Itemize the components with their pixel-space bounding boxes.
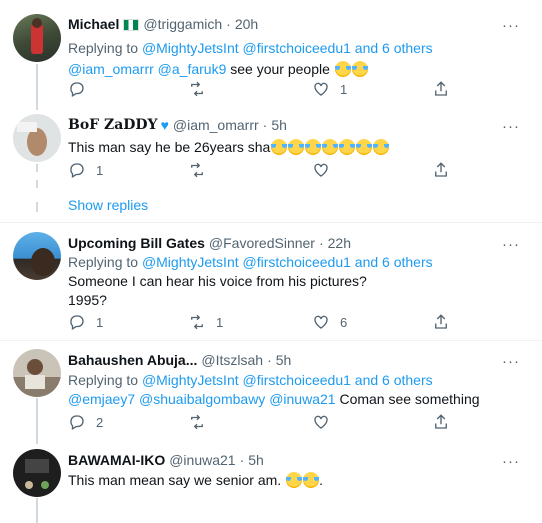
avatar[interactable] bbox=[13, 232, 61, 280]
timestamp[interactable]: 5h bbox=[271, 116, 287, 135]
tweet-text: This man say he be 26years sha bbox=[68, 138, 530, 157]
share-icon bbox=[435, 162, 447, 177]
retweet-button[interactable] bbox=[188, 413, 206, 431]
tears-of-joy-emoji-icon bbox=[288, 139, 305, 155]
timestamp[interactable]: 5h bbox=[276, 351, 292, 370]
show-replies-link[interactable]: Show replies bbox=[68, 197, 148, 213]
user-handle[interactable]: @FavoredSinner bbox=[209, 234, 315, 253]
replying-to: Replying to @MightyJetsInt @firstchoicee… bbox=[68, 40, 433, 56]
display-name[interactable]: BAWAMAI-IKO bbox=[68, 451, 165, 470]
tweet-text: @iam_omarrr @a_faruk9 see your people bbox=[68, 60, 530, 79]
tweet-upcoming-bill-gates[interactable]: Upcoming Bill Gates @FavoredSinner · 22h… bbox=[0, 222, 542, 341]
replying-to-mentions[interactable]: @MightyJetsInt @firstchoiceedu1 bbox=[142, 40, 351, 56]
more-options-icon[interactable]: ··· bbox=[502, 16, 520, 35]
tears-of-joy-emoji-icon bbox=[305, 139, 322, 155]
tweet-text-line-2: 1995? bbox=[68, 292, 107, 308]
retweet-button[interactable] bbox=[188, 161, 206, 179]
like-button[interactable] bbox=[312, 161, 330, 179]
more-options-icon[interactable]: ··· bbox=[502, 117, 520, 136]
tweet-mentions[interactable]: @iam_omarrr @a_faruk9 bbox=[68, 61, 226, 77]
separator-dot: · bbox=[239, 452, 245, 468]
tears-of-joy-emoji-icon bbox=[334, 61, 351, 77]
tears-of-joy-emoji-icon bbox=[351, 61, 368, 77]
share-icon bbox=[435, 314, 447, 329]
more-options-icon[interactable]: ··· bbox=[502, 452, 520, 471]
avatar[interactable] bbox=[13, 449, 61, 497]
share-button[interactable] bbox=[432, 413, 450, 431]
avatar[interactable] bbox=[13, 349, 61, 397]
separator-dot: · bbox=[226, 16, 231, 32]
heart-icon bbox=[314, 82, 328, 96]
replying-to: Replying to @MightyJetsInt @firstchoicee… bbox=[68, 372, 433, 388]
tweet-text: This man mean say we senior am. . bbox=[68, 472, 323, 488]
timestamp[interactable]: 22h bbox=[328, 234, 351, 253]
replying-to-others[interactable]: and 6 others bbox=[355, 40, 433, 56]
retweet-button[interactable] bbox=[188, 80, 216, 98]
like-button[interactable]: 6 bbox=[312, 313, 347, 331]
timestamp[interactable]: 20h bbox=[235, 15, 258, 34]
user-handle[interactable]: @inuwa21 bbox=[169, 451, 235, 470]
reply-button[interactable] bbox=[68, 80, 96, 98]
tweet-bahaushen-abuja[interactable]: Bahaushen Abuja... @Itszlsah · 5h ··· Re… bbox=[0, 340, 542, 444]
like-button[interactable] bbox=[312, 413, 330, 431]
display-name[interactable]: Upcoming Bill Gates bbox=[68, 234, 205, 253]
avatar[interactable] bbox=[13, 114, 61, 162]
reply-button[interactable]: 1 bbox=[68, 313, 103, 331]
share-button[interactable] bbox=[432, 80, 450, 98]
display-name[interactable]: Bahaushen Abuja... bbox=[68, 351, 197, 370]
retweet-icon bbox=[191, 314, 203, 330]
separator-dot: · bbox=[267, 352, 272, 368]
user-handle[interactable]: @iam_omarrr bbox=[173, 116, 259, 135]
tears-of-joy-emoji-icon bbox=[303, 472, 320, 488]
timestamp[interactable]: 5h bbox=[248, 451, 264, 470]
tweet-michael[interactable]: Michael @triggamich · 20h ··· Replying t… bbox=[0, 0, 542, 110]
display-name[interactable]: BoF ZaDDY bbox=[68, 116, 158, 135]
user-handle[interactable]: @triggamich bbox=[143, 15, 222, 34]
replying-to: Replying to @MightyJetsInt @firstchoicee… bbox=[68, 254, 433, 270]
tweet-bawamai-iko[interactable]: BAWAMAI-IKO @inuwa21 · 5h ··· This man m… bbox=[0, 444, 542, 523]
replying-to-mentions[interactable]: @MightyJetsInt @firstchoiceedu1 bbox=[142, 254, 351, 270]
replying-to-others[interactable]: and 6 others bbox=[355, 372, 433, 388]
reply-icon bbox=[70, 315, 84, 330]
tweet-text: @emjaey7 @shuaibalgombawy @inuwa21 Coman… bbox=[68, 391, 480, 407]
blue-heart-icon: ♥ bbox=[160, 117, 169, 133]
heart-icon bbox=[314, 415, 328, 429]
like-button[interactable]: 1 bbox=[312, 80, 347, 98]
tweet-bof-zaddy[interactable]: BoF ZaDDY ♥ @iam_omarrr · 5h ··· This ma… bbox=[0, 110, 542, 223]
user-handle[interactable]: @Itszlsah bbox=[201, 351, 263, 370]
tears-of-joy-emoji-icon bbox=[271, 139, 288, 155]
retweet-icon bbox=[191, 162, 203, 178]
replying-to-others[interactable]: and 6 others bbox=[355, 254, 433, 270]
share-icon bbox=[435, 81, 447, 96]
retweet-icon bbox=[191, 81, 203, 97]
tweet-mentions[interactable]: @emjaey7 @shuaibalgombawy @inuwa21 bbox=[68, 391, 336, 407]
heart-icon bbox=[314, 315, 328, 329]
avatar[interactable] bbox=[13, 14, 61, 62]
display-name[interactable]: Michael bbox=[68, 15, 119, 34]
more-options-icon[interactable]: ··· bbox=[502, 235, 520, 254]
replying-to-mentions[interactable]: @MightyJetsInt @firstchoiceedu1 bbox=[142, 372, 351, 388]
share-icon bbox=[435, 414, 447, 429]
tears-of-joy-emoji-icon bbox=[373, 139, 390, 155]
retweet-icon bbox=[191, 414, 203, 430]
reply-icon bbox=[70, 415, 84, 430]
reply-icon bbox=[70, 163, 84, 178]
share-button[interactable] bbox=[432, 161, 450, 179]
tears-of-joy-emoji-icon bbox=[286, 472, 303, 488]
reply-button[interactable]: 1 bbox=[68, 161, 103, 179]
reply-button[interactable]: 2 bbox=[68, 413, 103, 431]
tears-of-joy-emoji-icon bbox=[356, 139, 373, 155]
more-options-icon[interactable]: ··· bbox=[502, 352, 520, 371]
nigeria-flag-icon bbox=[123, 18, 140, 31]
separator-dot: · bbox=[318, 235, 324, 251]
share-button[interactable] bbox=[432, 313, 450, 331]
tears-of-joy-emoji-icon bbox=[339, 139, 356, 155]
reply-icon bbox=[70, 82, 84, 97]
tears-of-joy-emoji-icon bbox=[322, 139, 339, 155]
retweet-button[interactable]: 1 bbox=[188, 313, 223, 331]
tweet-text: Someone I can hear his voice from his pi… bbox=[68, 273, 367, 289]
heart-icon bbox=[314, 163, 328, 177]
separator-dot: · bbox=[262, 117, 268, 133]
